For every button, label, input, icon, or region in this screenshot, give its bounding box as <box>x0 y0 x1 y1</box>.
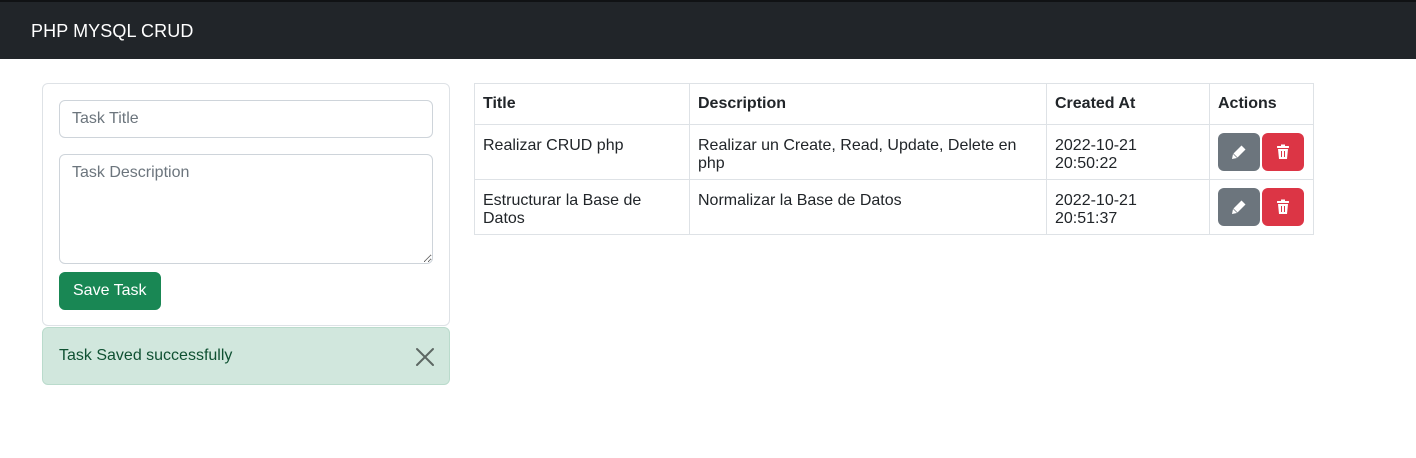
task-description-input[interactable] <box>59 154 433 264</box>
cell-description: Realizar un Create, Read, Update, Delete… <box>689 124 1047 180</box>
cell-created-at: 2022-10-21 20:50:22 <box>1046 124 1210 180</box>
delete-button[interactable] <box>1262 133 1304 171</box>
cell-actions <box>1209 179 1314 235</box>
table-row: Estructurar la Base de Datos Normalizar … <box>474 179 1314 235</box>
edit-button[interactable] <box>1218 188 1260 226</box>
table-row: Realizar CRUD php Realizar un Create, Re… <box>474 124 1314 180</box>
delete-button[interactable] <box>1262 188 1304 226</box>
cell-created-at: 2022-10-21 20:51:37 <box>1046 179 1210 235</box>
task-form-card: Save Task <box>42 83 450 326</box>
edit-button[interactable] <box>1218 133 1260 171</box>
header-title: Title <box>474 83 690 125</box>
cell-title: Realizar CRUD php <box>474 124 690 180</box>
trash-icon <box>1277 199 1289 214</box>
save-task-button[interactable]: Save Task <box>59 272 161 310</box>
task-title-input[interactable] <box>59 100 433 138</box>
cell-actions <box>1209 124 1314 180</box>
trash-icon <box>1277 144 1289 159</box>
header-created-at: Created At <box>1046 83 1210 125</box>
success-alert: Task Saved successfully <box>42 327 450 385</box>
header-actions: Actions <box>1209 83 1314 125</box>
navbar-brand[interactable]: PHP MYSQL CRUD <box>31 21 193 42</box>
navbar: PHP MYSQL CRUD <box>0 0 1416 59</box>
tasks-table: Title Description Created At Actions Rea… <box>474 83 1314 235</box>
alert-message: Task Saved successfully <box>59 347 233 364</box>
header-description: Description <box>689 83 1047 125</box>
close-icon[interactable] <box>415 347 435 367</box>
table-header-row: Title Description Created At Actions <box>474 83 1314 125</box>
pencil-icon <box>1232 200 1246 214</box>
cell-title: Estructurar la Base de Datos <box>474 179 690 235</box>
cell-description: Normalizar la Base de Datos <box>689 179 1047 235</box>
pencil-icon <box>1232 145 1246 159</box>
